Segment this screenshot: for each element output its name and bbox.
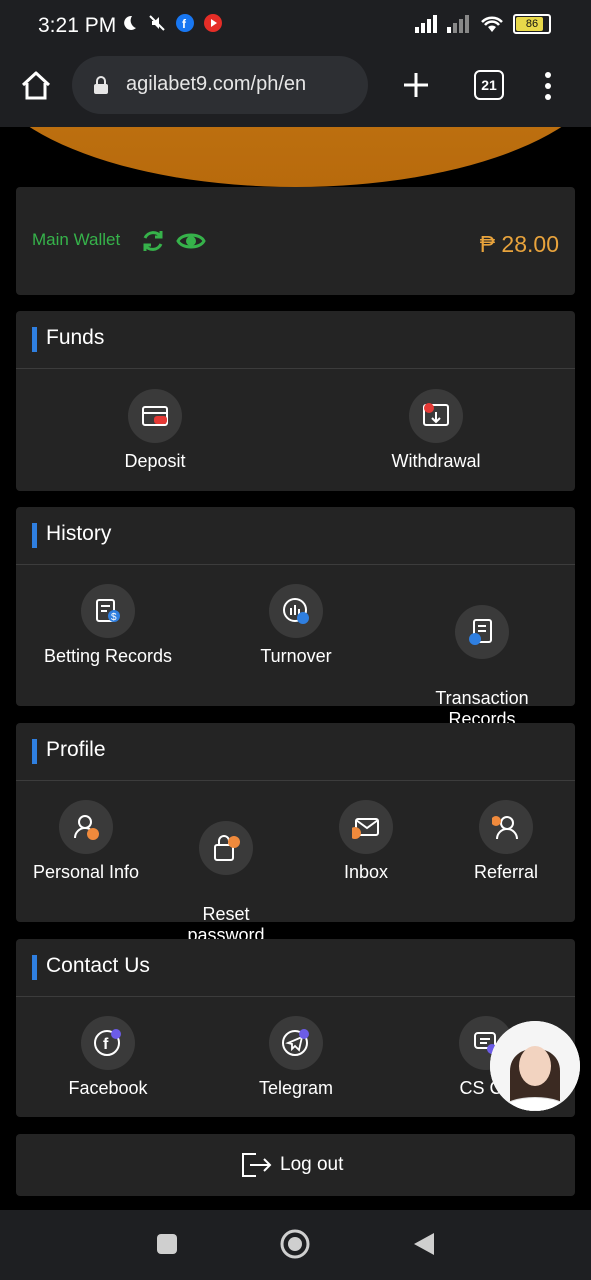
section-title: History: [46, 522, 112, 545]
home-icon[interactable]: [18, 68, 54, 104]
referral-label: Referral: [473, 862, 539, 882]
url-text: agilabet9.com/ph/en: [126, 73, 307, 95]
section-title: Contact Us: [46, 954, 150, 977]
new-tab-icon[interactable]: [400, 69, 432, 101]
logout-button[interactable]: Log out: [16, 1134, 575, 1196]
telegram-icon: [282, 1029, 309, 1056]
back-icon[interactable]: [412, 1231, 436, 1257]
mail-icon: [352, 818, 379, 839]
wallet-balance: ₱ 28.00: [479, 231, 559, 257]
status-left-icons: f: [120, 14, 222, 32]
facebook-notification-icon: f: [176, 14, 194, 32]
withdrawal-icon: [423, 403, 449, 426]
more-menu-icon[interactable]: [540, 70, 556, 102]
logout-label: Log out: [280, 1154, 344, 1175]
transaction-records-icon: [469, 619, 492, 645]
section-accent-bar: [32, 739, 37, 764]
contact-section: Contact Us f Facebook Telegram CS Ch: [16, 939, 575, 1117]
withdrawal-label: Withdrawal: [391, 451, 481, 471]
referral-button[interactable]: Referral: [446, 800, 566, 883]
section-accent-bar: [32, 955, 37, 980]
browser-toolbar: agilabet9.com/ph/en 21: [0, 54, 591, 127]
mute-icon: [149, 15, 165, 31]
banner-arc: [0, 127, 591, 187]
facebook-label: Facebook: [68, 1078, 148, 1098]
wallet-label: Main Wallet: [32, 230, 121, 249]
eye-icon[interactable]: [176, 228, 206, 254]
turnover-button[interactable]: Turnover: [231, 584, 361, 667]
home-circle-icon[interactable]: [279, 1228, 311, 1260]
personal-info-label: Personal Info: [32, 862, 140, 882]
signal-2-icon: [447, 15, 469, 33]
inbox-label: Inbox: [343, 862, 389, 882]
withdrawal-button[interactable]: Withdrawal: [366, 389, 506, 472]
profile-banner: [0, 127, 591, 187]
turnover-icon: [283, 598, 309, 624]
history-section: History $ Betting Records Turnover Trans…: [16, 507, 575, 729]
youtube-notification-icon: [204, 14, 222, 32]
status-bar: 3:21 PM f 86: [0, 0, 591, 54]
address-bar[interactable]: agilabet9.com/ph/en: [72, 56, 368, 114]
telegram-label: Telegram: [258, 1078, 334, 1098]
betting-records-icon: $: [96, 599, 120, 623]
tab-switcher-button[interactable]: 21: [474, 70, 504, 100]
profile-section: Profile Personal Info Reset password Inb…: [16, 723, 575, 945]
recents-icon[interactable]: [155, 1232, 179, 1256]
facebook-icon: f: [94, 1029, 121, 1056]
facebook-button[interactable]: f Facebook: [48, 1016, 168, 1099]
inbox-button[interactable]: Inbox: [306, 800, 426, 883]
referral-icon: [492, 816, 518, 840]
agent-portrait-icon: [490, 1021, 580, 1111]
status-right-icons: 86: [415, 14, 551, 34]
personal-info-button[interactable]: Personal Info: [21, 800, 151, 883]
telegram-button[interactable]: Telegram: [236, 1016, 356, 1099]
battery-level: 86: [525, 18, 539, 30]
funds-section: Funds Deposit Withdrawal: [16, 311, 575, 491]
betting-records-button[interactable]: $ Betting Records: [28, 584, 188, 667]
turnover-label: Turnover: [260, 646, 332, 666]
svg-text:$: $: [111, 612, 117, 623]
status-time: 3:21 PM: [38, 14, 117, 37]
personal-info-icon: [74, 815, 99, 840]
support-agent-avatar[interactable]: [490, 1021, 580, 1111]
battery-indicator: 86: [513, 14, 551, 34]
moon-icon: [124, 15, 136, 30]
deposit-button[interactable]: Deposit: [95, 389, 215, 472]
section-title: Profile: [46, 738, 106, 761]
refresh-icon[interactable]: [140, 228, 166, 254]
lock-reset-icon: [214, 835, 240, 861]
svg-text:f: f: [103, 1036, 109, 1053]
wallet-card: Main Wallet ₱ 28.00: [16, 187, 575, 295]
system-nav-bar: [0, 1210, 591, 1280]
deposit-icon: [142, 406, 168, 426]
logout-icon: [242, 1153, 272, 1177]
section-accent-bar: [32, 523, 37, 548]
wifi-icon: [481, 16, 503, 32]
section-accent-bar: [32, 327, 37, 352]
betting-records-label: Betting Records: [43, 646, 173, 666]
lock-icon: [94, 76, 108, 94]
section-title: Funds: [46, 326, 105, 349]
deposit-label: Deposit: [124, 451, 186, 471]
signal-icon: [415, 15, 437, 33]
